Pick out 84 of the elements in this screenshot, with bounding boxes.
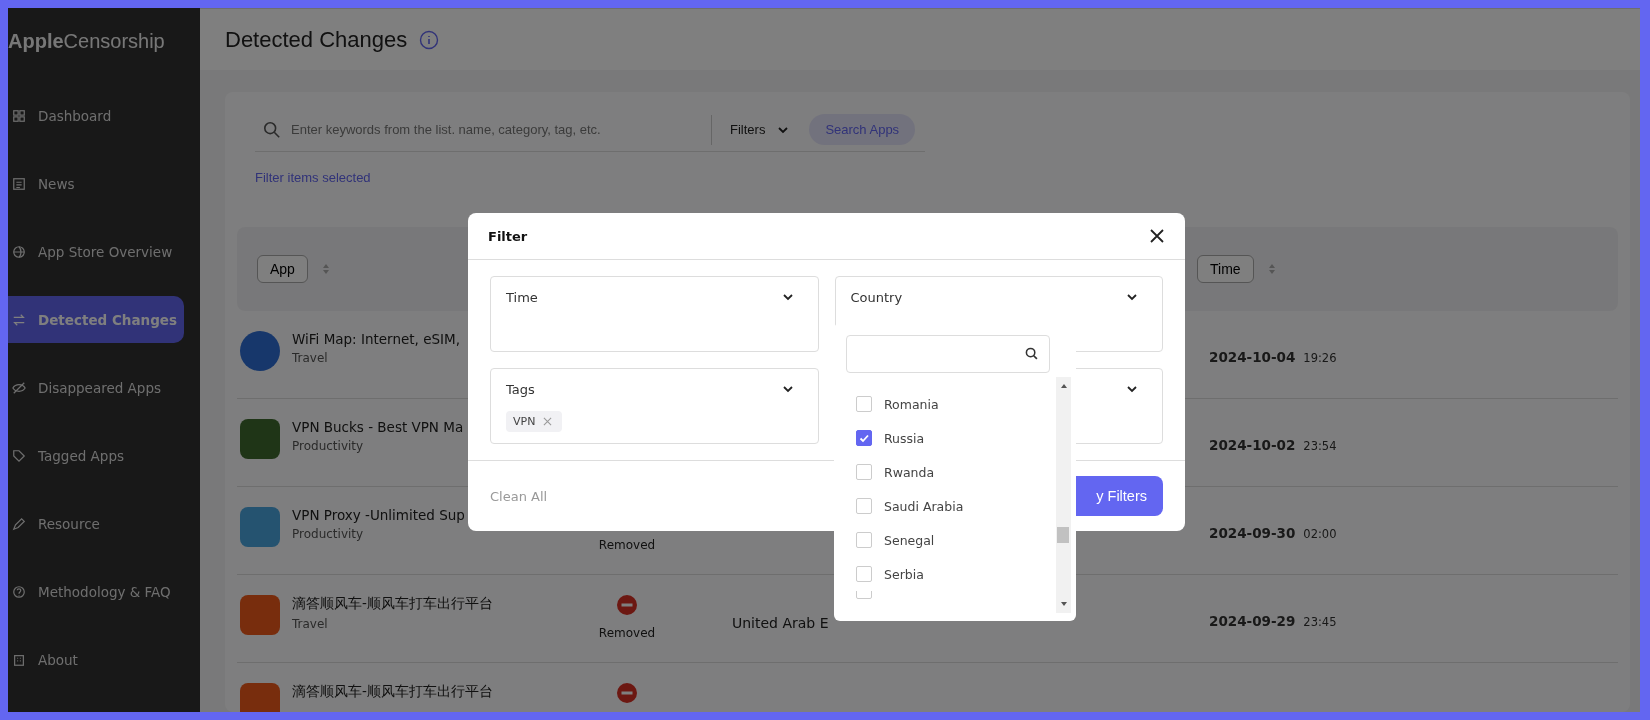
- dialog-title: Filter: [488, 228, 528, 244]
- close-icon[interactable]: [1149, 228, 1165, 244]
- scrollbar-thumb[interactable]: [1057, 527, 1069, 543]
- sidebar-item[interactable]: About: [8, 636, 184, 683]
- info-icon[interactable]: [419, 29, 440, 50]
- clean-all-link[interactable]: Clean All: [490, 488, 548, 504]
- checkbox[interactable]: [856, 498, 872, 514]
- sort-icon[interactable]: [1267, 263, 1276, 275]
- sidebar-item[interactable]: Tagged Apps: [8, 432, 184, 479]
- time-text: 19:26: [1303, 351, 1337, 365]
- filters-dropdown[interactable]: Filters: [724, 121, 796, 138]
- checkbox[interactable]: [856, 430, 872, 446]
- checkbox[interactable]: [856, 566, 872, 582]
- chevron-down-icon: [781, 291, 794, 303]
- chevron-down-icon: [1126, 291, 1138, 303]
- status-label: Removed: [598, 538, 656, 552]
- sort-icon[interactable]: [321, 263, 330, 275]
- app-name[interactable]: VPN Proxy -Unlimited Sup: [292, 507, 465, 523]
- app-name[interactable]: VPN Bucks - Best VPN Ma: [292, 419, 464, 435]
- checkbox[interactable]: [856, 532, 872, 548]
- search-icon: [263, 120, 281, 139]
- doc-icon: [12, 176, 26, 191]
- tag-chip: VPN: [506, 411, 563, 432]
- app-category: Productivity: [292, 527, 364, 541]
- date-text: 2024-09-30: [1209, 525, 1296, 541]
- grid-icon: [12, 108, 26, 123]
- checkbox[interactable]: [856, 464, 872, 480]
- sidebar-item[interactable]: Resource: [8, 500, 184, 547]
- chevron-down-icon: [1126, 383, 1138, 395]
- sidebar-item[interactable]: Methodology & FAQ: [8, 568, 184, 615]
- arrow-down-icon[interactable]: [1059, 601, 1068, 607]
- app-icon: [240, 507, 280, 547]
- search-field[interactable]: [846, 335, 1050, 373]
- chevron-down-icon: [781, 383, 794, 395]
- app-icon: [240, 595, 280, 635]
- app-name[interactable]: 滴答顺风车-顺风车打车出行平台: [292, 595, 493, 613]
- search-apps-button[interactable]: Search Apps: [809, 114, 916, 145]
- logo: AppleCensorship: [8, 29, 166, 54]
- sidebar-item[interactable]: Dashboard: [8, 92, 184, 139]
- checkbox[interactable]: [856, 396, 872, 412]
- search-icon: [1025, 347, 1039, 361]
- column-sort-button[interactable]: Time: [1197, 255, 1254, 283]
- app-name[interactable]: WiFi Map: Internet, eSIM,: [292, 331, 460, 347]
- app-icon: [240, 331, 280, 371]
- select-field[interactable]: Time: [490, 276, 819, 352]
- date-text: 2024-09-29: [1209, 613, 1296, 629]
- tag-icon: [12, 448, 26, 463]
- country-option[interactable]: Russia: [856, 421, 925, 455]
- checkmark-icon: [858, 432, 870, 444]
- app-icon: [240, 683, 280, 712]
- sidebar-item[interactable]: Disappeared Apps: [8, 364, 184, 411]
- country-option[interactable]: Saudi Arabia: [856, 489, 964, 523]
- country-option[interactable]: Rwanda: [856, 455, 935, 489]
- date-text: 2024-10-02: [1209, 437, 1296, 453]
- select-field[interactable]: Tags VPN: [490, 368, 819, 444]
- status-label: Removed: [598, 626, 656, 640]
- app-category: Travel: [292, 351, 328, 365]
- country-name: United Arab E: [732, 615, 829, 631]
- time-text: 02:00: [1303, 527, 1337, 541]
- app-category: Travel: [292, 617, 328, 631]
- app-name[interactable]: 滴答顺风车-顺风车打车出行平台: [292, 683, 493, 701]
- app-category: Productivity: [292, 439, 364, 453]
- country-option[interactable]: Serbia: [856, 557, 924, 591]
- pen-icon: [12, 516, 26, 531]
- time-text: 23:45: [1303, 615, 1337, 629]
- filter-items-link[interactable]: Filter items selected: [255, 170, 371, 185]
- search-field[interactable]: Enter keywords from the list. name, category, tag, etc.: [289, 121, 693, 138]
- sidebar-item[interactable]: News: [8, 160, 184, 207]
- time-text: 23:54: [1303, 439, 1337, 453]
- globe-icon: [12, 244, 26, 259]
- scrollbar[interactable]: [1056, 377, 1071, 613]
- country-option[interactable]: Romania: [856, 387, 939, 421]
- sidebar-item[interactable]: Detected Changes: [8, 296, 184, 343]
- app-icon: [240, 419, 280, 459]
- building-icon: [12, 652, 26, 667]
- arrows-icon: [12, 312, 26, 327]
- date-text: 2024-10-04: [1209, 349, 1296, 365]
- eye-icon: [12, 380, 26, 395]
- page-title: Detected Changes: [225, 26, 408, 53]
- help-icon: [12, 584, 26, 599]
- sidebar-item[interactable]: App Store Overview: [8, 228, 184, 275]
- country-option[interactable]: Senegal: [856, 523, 935, 557]
- arrow-up-icon[interactable]: [1059, 383, 1068, 389]
- column-sort-button[interactable]: App: [257, 255, 308, 283]
